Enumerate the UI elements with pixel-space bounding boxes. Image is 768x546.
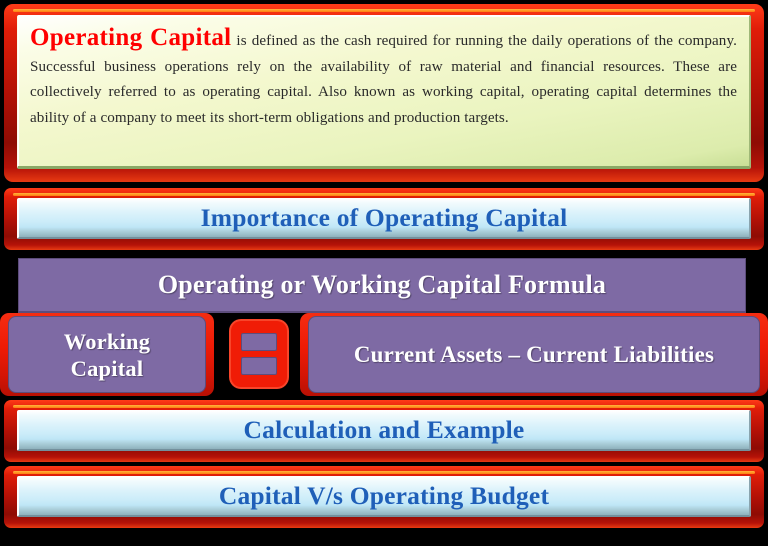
working-capital-label: Working Capital [64, 328, 150, 382]
importance-section-bar[interactable]: Importance of Operating Capital [4, 188, 764, 250]
formula-header-title: Operating or Working Capital Formula [157, 270, 607, 299]
importance-inner-card: Importance of Operating Capital [17, 198, 751, 239]
calculation-inner-card: Calculation and Example [17, 410, 751, 451]
definition-paragraph: Operating Capital is defined as the cash… [30, 25, 737, 131]
equals-icon-bar-bottom [241, 357, 277, 375]
budget-title: Capital V/s Operating Budget [218, 481, 550, 510]
definition-inner-card: Operating Capital is defined as the cash… [17, 15, 751, 169]
working-capital-cell: Working Capital [8, 316, 206, 393]
formula-expression-frame: Current Assets – Current Liabilities [300, 313, 768, 396]
infographic-canvas: Operating Capital is defined as the cash… [0, 0, 768, 546]
budget-inner-card: Capital V/s Operating Budget [17, 476, 751, 517]
definition-panel: Operating Capital is defined as the cash… [4, 4, 764, 182]
equals-icon-bar-top [241, 333, 277, 351]
budget-section-bar[interactable]: Capital V/s Operating Budget [4, 466, 764, 528]
formula-expression-cell: Current Assets – Current Liabilities [308, 316, 760, 393]
equals-icon [231, 321, 287, 387]
formula-equation-row: Working Capital Current Assets – Current… [0, 313, 768, 396]
working-capital-frame: Working Capital [0, 313, 214, 396]
formula-section: Operating or Working Capital Formula Wor… [0, 258, 768, 396]
importance-title: Importance of Operating Capital [200, 203, 568, 232]
definition-lead-term: Operating Capital [30, 24, 232, 51]
formula-header-bar: Operating or Working Capital Formula [18, 258, 746, 313]
working-capital-label-line2: Capital [70, 355, 144, 381]
calculation-title: Calculation and Example [243, 415, 525, 444]
formula-expression-label: Current Assets – Current Liabilities [353, 342, 715, 367]
calculation-section-bar[interactable]: Calculation and Example [4, 400, 764, 462]
working-capital-label-line1: Working [63, 328, 151, 354]
